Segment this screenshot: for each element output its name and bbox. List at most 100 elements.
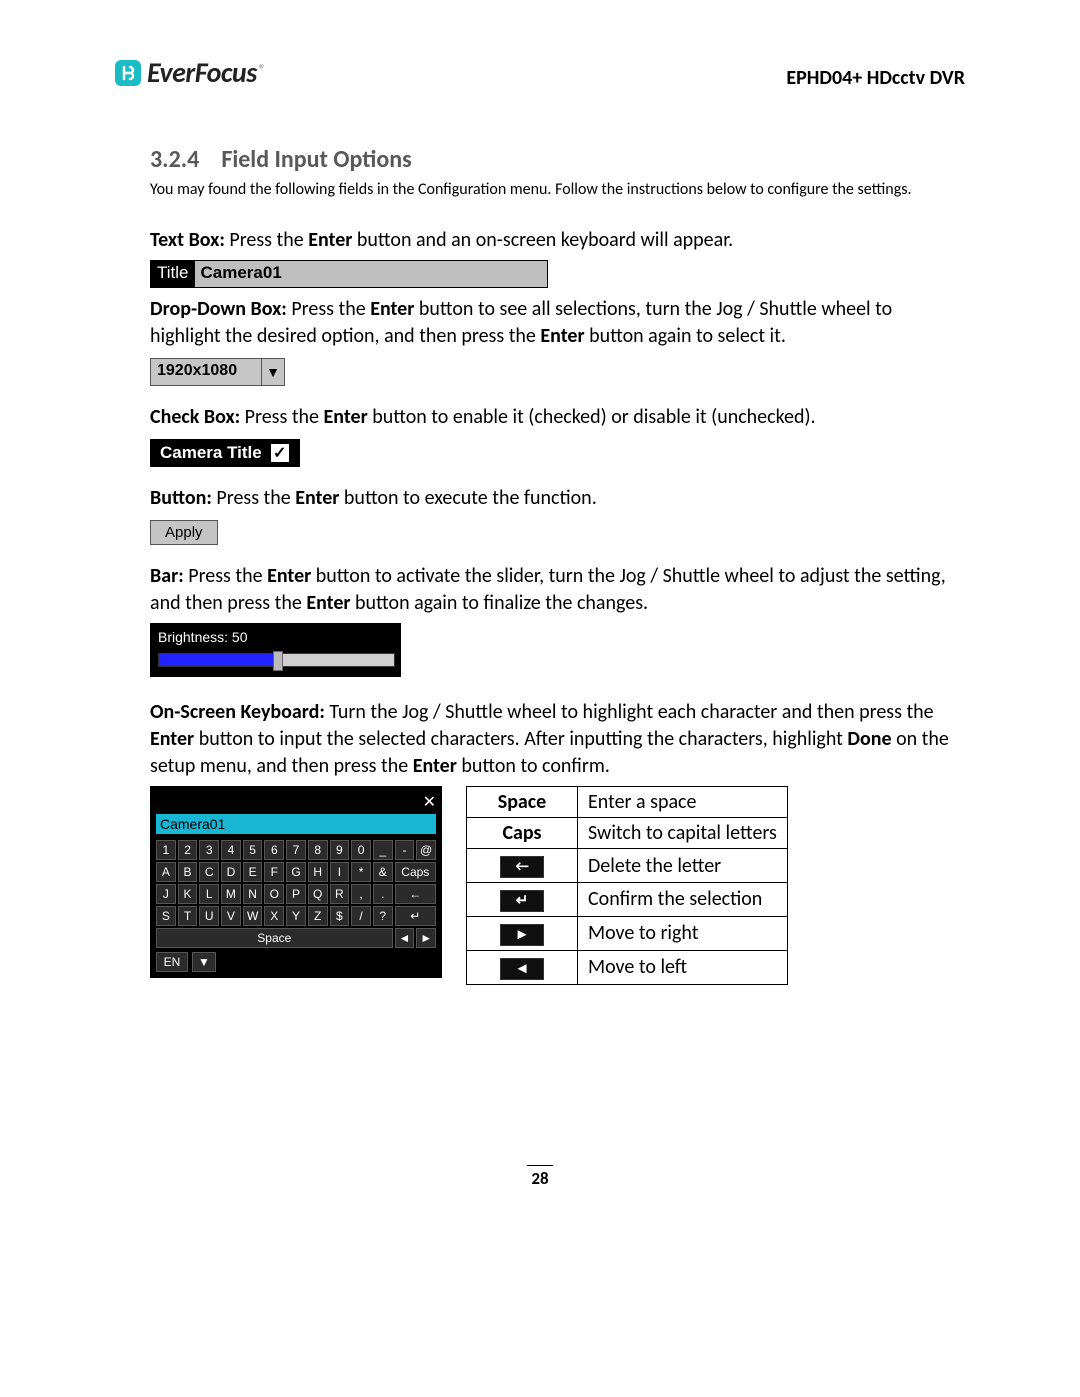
osk-key-caps[interactable]: Caps bbox=[395, 862, 436, 882]
osk-key[interactable]: J bbox=[156, 884, 176, 904]
osk-key[interactable]: V bbox=[221, 906, 241, 926]
legend-key: ↵ bbox=[467, 883, 578, 917]
checkbox-description: Check Box: Press the Enter button to ena… bbox=[150, 404, 965, 431]
osk-key[interactable]: 1 bbox=[156, 840, 176, 860]
legend-desc: Delete the letter bbox=[578, 849, 788, 883]
arrow-right-icon: ► bbox=[500, 924, 544, 946]
osk-legend-table: Space Enter a space Caps Switch to capit… bbox=[466, 786, 788, 985]
osk-key-space[interactable]: Space bbox=[156, 928, 393, 948]
osk-key[interactable]: 8 bbox=[308, 840, 328, 860]
osk-key[interactable]: P bbox=[286, 884, 306, 904]
osk-key[interactable]: M bbox=[221, 884, 241, 904]
osk-key[interactable]: C bbox=[199, 862, 219, 882]
osk-key[interactable]: _ bbox=[373, 840, 393, 860]
legend-desc: Confirm the selection bbox=[578, 883, 788, 917]
osk-key[interactable]: S bbox=[156, 906, 176, 926]
onscreen-keyboard[interactable]: ✕ Camera01 1 2 3 4 5 6 7 8 9 0 _ - @ A B bbox=[150, 786, 442, 978]
osk-key[interactable]: A bbox=[156, 862, 176, 882]
osk-language-value[interactable]: EN bbox=[156, 952, 188, 972]
osk-key[interactable]: 7 bbox=[286, 840, 306, 860]
checkbox-icon[interactable]: ✓ bbox=[270, 443, 290, 463]
osk-key[interactable]: R bbox=[330, 884, 350, 904]
brand-logo-mark bbox=[115, 60, 141, 86]
osk-key[interactable]: D bbox=[221, 862, 241, 882]
dropdown-value: 1920x1080 bbox=[151, 359, 261, 385]
osk-close-icon[interactable]: ✕ bbox=[423, 792, 436, 812]
osk-key[interactable]: $ bbox=[330, 906, 350, 926]
osk-key[interactable]: - bbox=[395, 840, 415, 860]
osk-language-dropdown-icon[interactable]: ▼ bbox=[192, 952, 216, 972]
osk-key[interactable]: 5 bbox=[243, 840, 263, 860]
dropdown-arrow-icon[interactable]: ▼ bbox=[261, 359, 284, 385]
button-description: Button: Press the Enter button to execut… bbox=[150, 485, 965, 512]
textbox-value[interactable]: Camera01 bbox=[195, 261, 547, 287]
osk-key[interactable]: X bbox=[264, 906, 284, 926]
example-textbox[interactable]: Title Camera01 bbox=[150, 260, 548, 288]
textbox-description: Text Box: Press the Enter button and an … bbox=[150, 227, 965, 254]
osk-key[interactable]: Q bbox=[308, 884, 328, 904]
osk-key[interactable]: H bbox=[308, 862, 328, 882]
osk-key[interactable]: 3 bbox=[199, 840, 219, 860]
osk-key[interactable]: U bbox=[199, 906, 219, 926]
page-header: EverFocus® EPHD04+ HDcctv DVR bbox=[115, 55, 965, 90]
osk-input-value[interactable]: Camera01 bbox=[156, 814, 436, 834]
legend-desc: Enter a space bbox=[578, 787, 788, 818]
osk-key-backspace-icon[interactable]: ← bbox=[395, 884, 436, 904]
brand-logo: EverFocus® bbox=[115, 55, 265, 90]
osk-key[interactable]: E bbox=[243, 862, 263, 882]
legend-key: ← bbox=[467, 849, 578, 883]
osk-key[interactable]: N bbox=[243, 884, 263, 904]
osk-key[interactable]: / bbox=[351, 906, 371, 926]
osk-key[interactable]: O bbox=[264, 884, 284, 904]
example-dropdown[interactable]: 1920x1080 ▼ bbox=[150, 358, 285, 386]
page-number: 28 bbox=[115, 1165, 965, 1189]
example-slider[interactable]: Brightness: 50 bbox=[150, 623, 401, 677]
osk-key[interactable]: , bbox=[351, 884, 371, 904]
osk-key[interactable]: B bbox=[178, 862, 198, 882]
slider-track[interactable] bbox=[158, 653, 395, 667]
legend-desc: Move to right bbox=[578, 916, 788, 950]
osk-key[interactable]: T bbox=[178, 906, 198, 926]
osk-key-grid: 1 2 3 4 5 6 7 8 9 0 _ - @ A B C D E F G bbox=[156, 840, 436, 948]
osk-key[interactable]: Z bbox=[308, 906, 328, 926]
table-row: Caps Switch to capital letters bbox=[467, 818, 788, 849]
osk-key[interactable]: . bbox=[373, 884, 393, 904]
slider-thumb[interactable] bbox=[273, 651, 283, 671]
osk-key-left-icon[interactable]: ◄ bbox=[395, 928, 415, 948]
osk-key[interactable]: 4 bbox=[221, 840, 241, 860]
osk-key[interactable]: ? bbox=[373, 906, 393, 926]
slider-caption: Brightness: 50 bbox=[158, 629, 393, 645]
osk-key[interactable]: 9 bbox=[330, 840, 350, 860]
osk-key[interactable]: G bbox=[286, 862, 306, 882]
table-row: ◄ Move to left bbox=[467, 950, 788, 984]
legend-key: ◄ bbox=[467, 950, 578, 984]
textbox-label: Title bbox=[151, 261, 195, 287]
osk-key[interactable]: K bbox=[178, 884, 198, 904]
legend-desc: Switch to capital letters bbox=[578, 818, 788, 849]
osk-key[interactable]: 0 bbox=[351, 840, 371, 860]
checkbox-label: Camera Title bbox=[160, 443, 262, 463]
section-intro: You may found the following fields in th… bbox=[150, 180, 965, 199]
osk-description: On-Screen Keyboard: Turn the Jog / Shutt… bbox=[150, 699, 965, 780]
osk-key[interactable]: 2 bbox=[178, 840, 198, 860]
osk-key[interactable]: L bbox=[199, 884, 219, 904]
osk-key[interactable]: F bbox=[264, 862, 284, 882]
osk-key[interactable]: I bbox=[330, 862, 350, 882]
osk-key[interactable]: Y bbox=[286, 906, 306, 926]
section-heading: 3.2.4Field Input Options bbox=[150, 145, 965, 174]
legend-desc: Move to left bbox=[578, 950, 788, 984]
example-checkbox-row: Camera Title ✓ bbox=[150, 439, 300, 467]
table-row: ► Move to right bbox=[467, 916, 788, 950]
example-apply-button[interactable]: Apply bbox=[150, 520, 218, 545]
legend-key: Space bbox=[467, 787, 578, 818]
brand-name: EverFocus® bbox=[147, 55, 265, 90]
table-row: Space Enter a space bbox=[467, 787, 788, 818]
arrow-left-icon: ◄ bbox=[500, 958, 544, 980]
osk-key-right-icon[interactable]: ► bbox=[416, 928, 436, 948]
osk-key[interactable]: W bbox=[243, 906, 263, 926]
osk-key[interactable]: 6 bbox=[264, 840, 284, 860]
osk-key[interactable]: & bbox=[373, 862, 393, 882]
osk-key-enter-icon[interactable]: ↵ bbox=[395, 906, 436, 926]
osk-key[interactable]: * bbox=[351, 862, 371, 882]
osk-key[interactable]: @ bbox=[416, 840, 436, 860]
